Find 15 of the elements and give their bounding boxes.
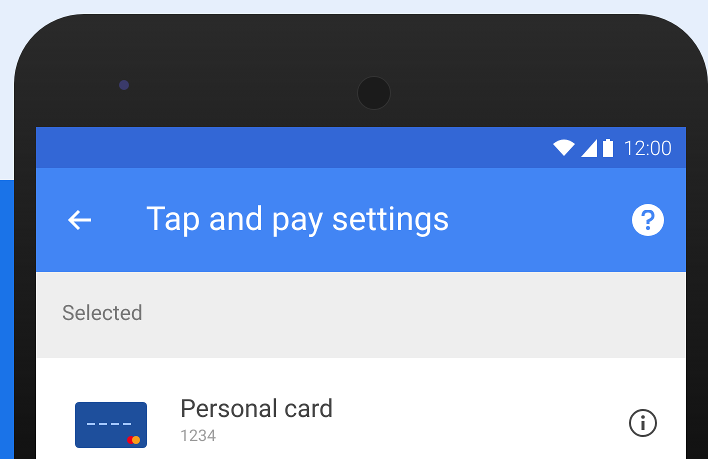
credit-card-icon xyxy=(75,402,147,448)
card-name: Personal card xyxy=(180,396,334,424)
section-title: Selected xyxy=(62,301,143,328)
camera-icon xyxy=(119,80,129,90)
status-time: 12:00 xyxy=(623,134,672,162)
toolbar-title: Tap and pay settings xyxy=(146,199,450,242)
info-icon[interactable] xyxy=(628,408,658,438)
battery-icon xyxy=(603,138,614,156)
help-button[interactable] xyxy=(632,204,664,236)
speaker-icon xyxy=(357,76,391,110)
wifi-icon xyxy=(553,138,576,156)
card-number: 1234 xyxy=(180,426,217,446)
signal-icon xyxy=(581,138,598,156)
question-mark-icon xyxy=(641,210,655,230)
back-arrow-icon xyxy=(67,208,93,232)
